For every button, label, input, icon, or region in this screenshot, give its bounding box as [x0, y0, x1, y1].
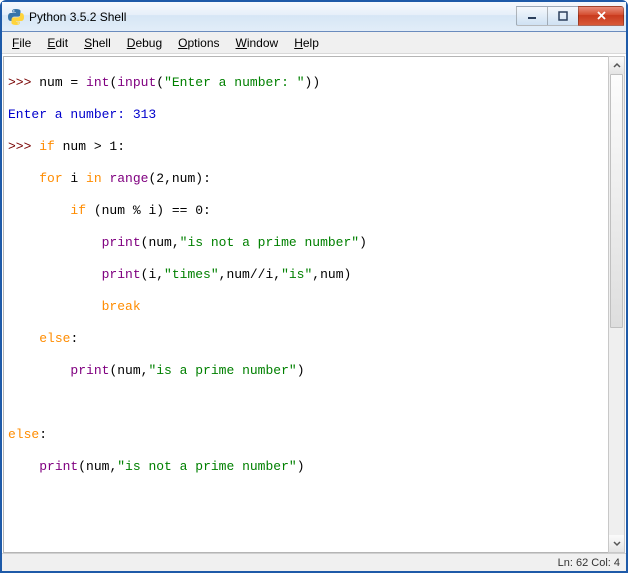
window-title: Python 3.5.2 Shell — [29, 10, 126, 24]
output-line: Enter a number: 313 — [8, 107, 604, 123]
code-line: for i in range(2,num): — [8, 171, 604, 187]
close-icon — [596, 10, 607, 21]
menu-file[interactable]: File — [4, 34, 39, 52]
chevron-up-icon — [613, 62, 621, 70]
code-line: print(num,"is not a prime number") — [8, 235, 604, 251]
maximize-button[interactable] — [547, 6, 579, 26]
maximize-icon — [558, 11, 568, 21]
shell-editor[interactable]: >>> num = int(input("Enter a number: "))… — [3, 56, 608, 553]
blank-line — [8, 395, 604, 411]
blank-line — [8, 491, 604, 507]
vertical-scrollbar[interactable] — [608, 56, 625, 553]
close-button[interactable] — [578, 6, 624, 26]
menu-options[interactable]: Options — [170, 34, 227, 52]
menu-edit[interactable]: Edit — [39, 34, 76, 52]
code-line: >>> if num > 1: — [8, 139, 604, 155]
scroll-track[interactable] — [609, 74, 624, 535]
code-line: print(num,"is not a prime number") — [8, 459, 604, 475]
code-line: else: — [8, 331, 604, 347]
menu-shell[interactable]: Shell — [76, 34, 119, 52]
scroll-up-button[interactable] — [609, 57, 624, 74]
titlebar-left: Python 3.5.2 Shell — [8, 9, 126, 25]
blank-line — [8, 523, 604, 539]
content-area: >>> num = int(input("Enter a number: "))… — [2, 54, 626, 553]
code-line: break — [8, 299, 604, 315]
scroll-thumb[interactable] — [610, 74, 623, 328]
menu-help[interactable]: Help — [286, 34, 327, 52]
menubar: File Edit Shell Debug Options Window Hel… — [2, 32, 626, 54]
menu-debug[interactable]: Debug — [119, 34, 170, 52]
code-line: >>> num = int(input("Enter a number: ")) — [8, 75, 604, 91]
minimize-icon — [527, 11, 537, 21]
python-icon — [8, 9, 24, 25]
code-line: else: — [8, 427, 604, 443]
code-line: if (num % i) == 0: — [8, 203, 604, 219]
titlebar: Python 3.5.2 Shell — [2, 2, 626, 32]
code-line: print(num,"is a prime number") — [8, 363, 604, 379]
menu-window[interactable]: Window — [228, 34, 287, 52]
cursor-position: Ln: 62 Col: 4 — [558, 557, 620, 569]
window-controls — [517, 6, 624, 28]
minimize-button[interactable] — [516, 6, 548, 26]
scroll-down-button[interactable] — [609, 535, 624, 552]
code-line: print(i,"times",num//i,"is",num) — [8, 267, 604, 283]
chevron-down-icon — [613, 540, 621, 548]
statusbar: Ln: 62 Col: 4 — [2, 553, 626, 571]
